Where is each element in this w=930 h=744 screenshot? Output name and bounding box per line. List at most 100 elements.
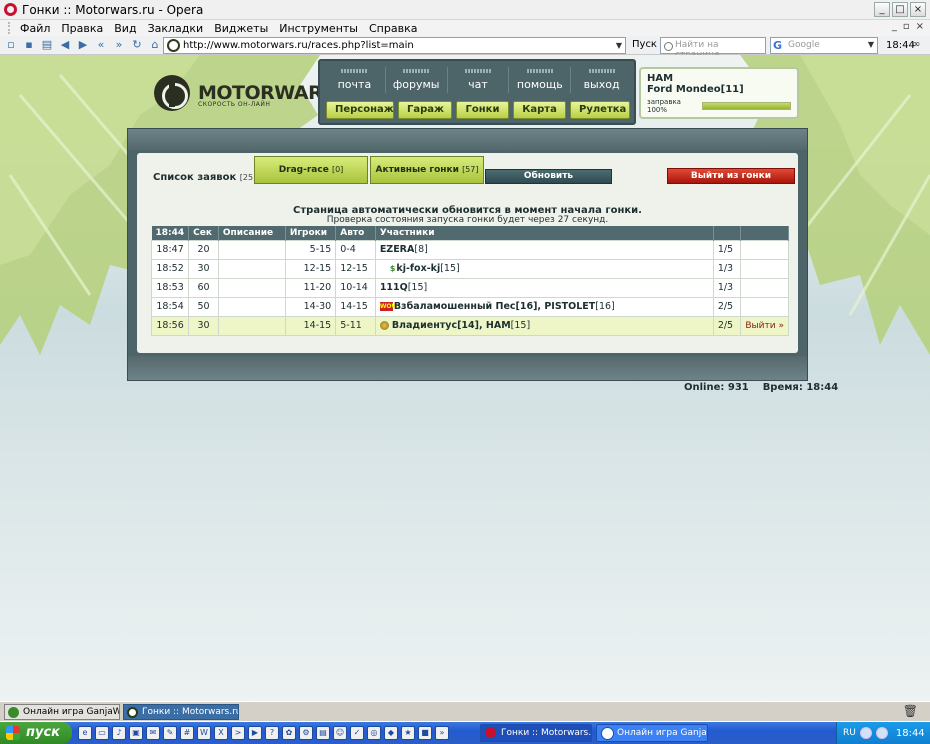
reload-icon[interactable]: ↻: [130, 38, 144, 52]
ql-media-icon[interactable]: ♪: [112, 726, 126, 740]
menu-help[interactable]: Справка: [369, 22, 417, 35]
ql-star-icon[interactable]: ★: [401, 726, 415, 740]
ql-paint-icon[interactable]: ✿: [282, 726, 296, 740]
nav-forums[interactable]: форумы: [386, 67, 448, 93]
participant-names[interactable]: Владиентус[14], HAM: [392, 320, 511, 331]
ql-globe-icon[interactable]: ◎: [367, 726, 381, 740]
ql-calc-icon[interactable]: #: [180, 726, 194, 740]
browser-toolbar: ▫ ▪ ▤ ◀ ▶ « » ↻ ⌂ / http://www.motorwars…: [0, 36, 930, 60]
tab-drag-race[interactable]: Drag-race [0]: [254, 156, 368, 184]
participant-level: [15]: [440, 263, 460, 274]
participant-names[interactable]: kj-fox-kj: [396, 263, 440, 274]
address-bar[interactable]: http://www.motorwars.ru/races.php?list=m…: [163, 37, 626, 54]
user-name[interactable]: HAM: [647, 73, 791, 84]
trash-icon[interactable]: 🗑: [903, 704, 918, 718]
doc-close-button[interactable]: ×: [916, 21, 924, 32]
close-button[interactable]: ×: [910, 2, 926, 17]
nav-map-button[interactable]: Карта: [513, 101, 566, 119]
taskbar-ganjawars[interactable]: Онлайн игра Ganja...: [596, 724, 708, 742]
menu-bookmarks[interactable]: Закладки: [148, 22, 204, 35]
ql-desktop-icon[interactable]: ▭: [95, 726, 109, 740]
nav-logout[interactable]: выход: [571, 67, 632, 93]
ql-search-icon[interactable]: ?: [265, 726, 279, 740]
tray-network-icon[interactable]: [859, 727, 872, 739]
ql-check-icon[interactable]: ✓: [350, 726, 364, 740]
cell-players: 11-20: [284, 277, 337, 298]
applications-title-text: Список заявок: [153, 172, 237, 183]
ql-settings-icon[interactable]: ⚙: [299, 726, 313, 740]
print-icon[interactable]: ▤: [40, 38, 54, 52]
refresh-button[interactable]: Обновить: [485, 169, 612, 184]
address-dropdown-icon[interactable]: ▼: [613, 41, 625, 50]
cell-time: 18:53: [150, 277, 190, 298]
participant-names[interactable]: 111Q: [380, 282, 408, 293]
menu-widgets[interactable]: Виджеты: [214, 22, 268, 35]
ql-excel-icon[interactable]: X: [214, 726, 228, 740]
window-tab-ganjawars[interactable]: Онлайн игра GanjaWars...: [4, 703, 120, 720]
nav-garage-button[interactable]: Гараж: [398, 101, 452, 119]
cell-slots: 1/5: [712, 239, 742, 260]
menu-file[interactable]: Файл: [20, 22, 50, 35]
language-indicator[interactable]: RU: [843, 728, 856, 738]
menu-view[interactable]: Вид: [114, 22, 136, 35]
tab-active-races[interactable]: Активные гонки [57]: [370, 156, 484, 184]
fuel-bar: [701, 102, 791, 110]
window-titlebar: Гонки :: Motorwars.ru - Opera _ □ ×: [0, 0, 930, 20]
participant-names[interactable]: EZERA: [380, 244, 415, 255]
participant-level: [16]: [595, 301, 615, 312]
fuel-label: заправка 100%: [647, 98, 681, 114]
doc-restore-button[interactable]: ▫: [903, 21, 910, 32]
ql-mail-icon[interactable]: ✉: [146, 726, 160, 740]
start-button[interactable]: пуск: [0, 722, 72, 744]
new-page-icon[interactable]: ▫: [4, 38, 18, 52]
tray-volume-icon[interactable]: [875, 727, 888, 739]
ql-notes-icon[interactable]: ✎: [163, 726, 177, 740]
user-car[interactable]: Ford Mondeo[11]: [647, 84, 791, 95]
ql-cmd-icon[interactable]: >: [231, 726, 245, 740]
nav-mail[interactable]: почта: [324, 67, 386, 93]
taskbar-motorwars[interactable]: Гонки :: Motorwars.ru...: [480, 724, 592, 742]
nav-roulette-button[interactable]: Рулетка: [570, 101, 630, 119]
google-search-input[interactable]: G Google ▼: [770, 37, 878, 54]
window-tab-motorwars[interactable]: Гонки :: Motorwars.ru: [123, 703, 239, 720]
nav-chat[interactable]: чат: [448, 67, 510, 93]
cell-action: [740, 277, 789, 298]
site-favicon-icon: [167, 39, 180, 52]
save-icon[interactable]: ▪: [22, 38, 36, 52]
ql-explorer-icon[interactable]: ▣: [129, 726, 143, 740]
ql-chat-icon[interactable]: ☺: [333, 726, 347, 740]
ql-folder-icon[interactable]: ▤: [316, 726, 330, 740]
find-in-page-input[interactable]: Найти на странице: [660, 37, 766, 60]
forward-icon[interactable]: ▶: [76, 38, 90, 52]
glasses-icon[interactable]: ∞: [912, 39, 920, 50]
back-icon[interactable]: ◀: [58, 38, 72, 52]
system-tray: RU 18:44: [836, 722, 930, 744]
applications-tab-title[interactable]: Список заявок [25]: [153, 172, 256, 183]
google-dropdown-icon[interactable]: ▼: [868, 40, 874, 49]
col-participants: Участники: [375, 226, 714, 240]
menu-edit[interactable]: Правка: [61, 22, 103, 35]
minimize-button[interactable]: _: [874, 2, 890, 17]
ql-shield-icon[interactable]: ◆: [384, 726, 398, 740]
nav-help[interactable]: помощь: [509, 67, 572, 93]
menu-tools[interactable]: Инструменты: [279, 22, 358, 35]
col-auto: Авто: [335, 226, 376, 240]
ql-player-icon[interactable]: ▶: [248, 726, 262, 740]
doc-minimize-button[interactable]: _: [892, 21, 897, 32]
ql-box-icon[interactable]: ■: [418, 726, 432, 740]
leave-race-link[interactable]: Выйти »: [745, 321, 784, 331]
fast-forward-icon[interactable]: »: [112, 38, 126, 52]
nav-character-button[interactable]: Персонаж: [326, 101, 394, 119]
nav-races-button[interactable]: Гонки: [456, 101, 509, 119]
ql-arrow-icon[interactable]: »: [435, 726, 449, 740]
home-icon[interactable]: ⌂: [148, 38, 162, 52]
participant-names[interactable]: Взбаламошенный Пес[16], PISTOLET: [394, 301, 595, 312]
ql-ie-icon[interactable]: e: [78, 726, 92, 740]
address-url[interactable]: http://www.motorwars.ru/races.php?list=m…: [183, 40, 613, 51]
exit-race-button[interactable]: Выйти из гонки: [667, 168, 795, 184]
ql-word-icon[interactable]: W: [197, 726, 211, 740]
maximize-button[interactable]: □: [892, 2, 908, 17]
table-row: 18:56 30 14-15 5-11 Владиентус[14], HAM[15] 2…: [150, 315, 789, 336]
rewind-icon[interactable]: «: [94, 38, 108, 52]
cell-time: 18:52: [150, 258, 190, 279]
